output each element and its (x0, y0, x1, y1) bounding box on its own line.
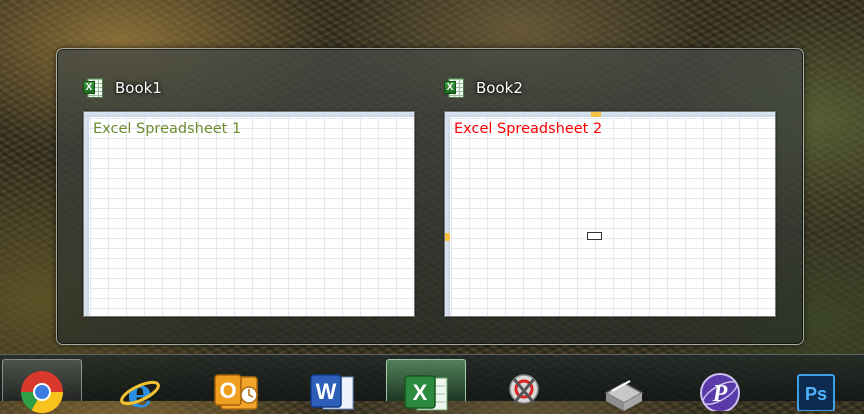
svg-text:O: O (219, 378, 236, 403)
outlook-icon: O (214, 374, 258, 410)
taskbar-photoshop-button[interactable]: Ps (776, 359, 856, 411)
active-cell (587, 232, 602, 240)
photoshop-icon: Ps (797, 374, 835, 411)
chrome-icon (20, 371, 64, 414)
thumbnail-header: X Book1 (83, 75, 162, 101)
column-header-bar (445, 112, 775, 117)
taskbar-internet-explorer-button[interactable]: e (100, 359, 180, 411)
taskbar: e O W X P Ps (0, 354, 864, 414)
svg-text:P: P (712, 381, 728, 407)
selected-row-marker (445, 233, 450, 241)
thumbnail-header: X Book2 (444, 75, 523, 101)
excel-icon: X (404, 375, 448, 411)
excel-icon: X (83, 77, 105, 99)
pointer-app-icon: P (700, 373, 740, 411)
taskbar-outlook-button[interactable]: O (196, 359, 276, 410)
word-icon: W (310, 374, 354, 410)
taskbar-excel-button[interactable]: X (386, 359, 466, 411)
cell-text: Excel Spreadsheet 1 (93, 121, 242, 137)
row-header-bar (445, 117, 450, 316)
taskbar-network-button[interactable] (584, 359, 664, 411)
taskbar-word-button[interactable]: W (292, 359, 372, 410)
column-header-bar (84, 112, 414, 117)
thumbnail-title: Book1 (115, 79, 162, 97)
selected-column-marker (591, 112, 601, 117)
excel-icon: X (444, 77, 466, 99)
taskbar-pointer-app-button[interactable]: P (680, 359, 760, 411)
thumbnail-preview[interactable]: Excel Spreadsheet 2 (444, 111, 776, 317)
thumbnail-book1[interactable]: X Book1 Excel Spreadsheet 1 (57, 49, 415, 319)
svg-text:W: W (316, 379, 337, 404)
taskbar-thumbnail-popup: X Book1 Excel Spreadsheet 1 X Book2 Exce… (56, 48, 804, 345)
snipping-tool-icon (509, 374, 539, 404)
taskbar-chrome-button[interactable] (2, 359, 82, 414)
svg-text:X: X (413, 380, 428, 405)
taskbar-snipping-tool-button[interactable] (484, 359, 564, 404)
internet-explorer-icon: e (120, 371, 160, 411)
row-header-bar (84, 117, 89, 316)
thumbnail-preview[interactable]: Excel Spreadsheet 1 (83, 111, 415, 317)
svg-text:Ps: Ps (805, 384, 827, 404)
thumbnail-title: Book2 (476, 79, 523, 97)
cell-text: Excel Spreadsheet 2 (454, 121, 603, 137)
network-icon (604, 380, 644, 411)
thumbnail-book2[interactable]: X Book2 Excel Spreadsheet 2 (418, 49, 776, 319)
